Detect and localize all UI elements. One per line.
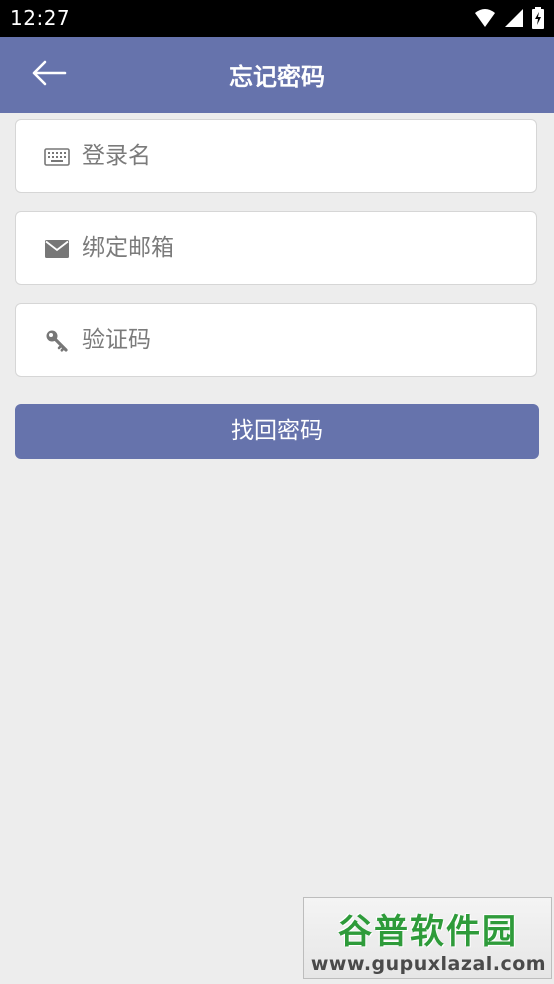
- watermark-title: 谷普软件园: [338, 912, 518, 952]
- status-bar: 12:27: [0, 0, 554, 37]
- status-time: 12:27: [10, 6, 71, 30]
- envelope-icon: [44, 236, 70, 262]
- page-title: 忘记密码: [229, 63, 325, 91]
- username-input[interactable]: [82, 120, 522, 192]
- app-bar: 忘记密码: [0, 37, 554, 113]
- recover-password-button[interactable]: 找回密码: [15, 404, 539, 459]
- watermark-url: www.gupuxlazal.com: [310, 953, 547, 975]
- email-field[interactable]: [15, 211, 537, 285]
- email-input[interactable]: [82, 212, 522, 284]
- verification-code-field[interactable]: [15, 303, 537, 377]
- status-icons: [474, 7, 544, 33]
- signal-icon: [504, 8, 524, 32]
- username-field[interactable]: [15, 119, 537, 193]
- verification-code-input[interactable]: [82, 304, 522, 376]
- battery-icon: [532, 7, 544, 33]
- keyboard-icon: [44, 144, 70, 170]
- key-icon: [44, 328, 70, 354]
- watermark-logo: 谷普软件园 www.gupuxlazal.com: [303, 897, 552, 979]
- wifi-icon: [474, 8, 496, 32]
